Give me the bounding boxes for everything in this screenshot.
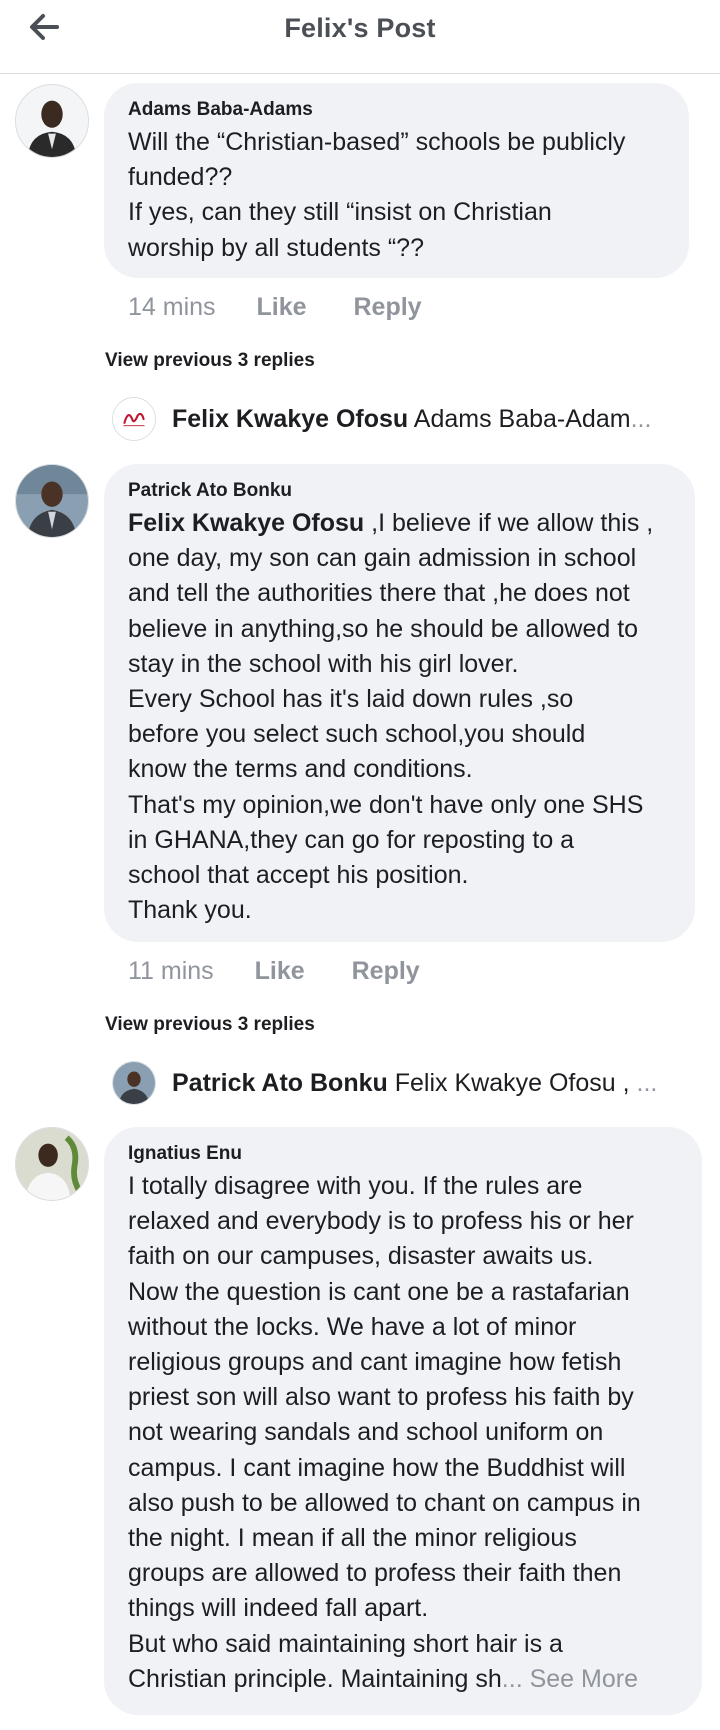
comment-line: I totally disagree with you. If the rule… bbox=[128, 1172, 583, 1200]
reply-author: Felix Kwakye Ofosu bbox=[172, 405, 409, 433]
comment-line: Thank you. bbox=[128, 896, 252, 925]
comment-text: I totally disagree with you. If the rule… bbox=[128, 1169, 680, 1697]
comment-line: school that accept his position. bbox=[128, 861, 469, 890]
person-photo-icon bbox=[16, 85, 88, 157]
comment-line: also push to be allowed to chant on camp… bbox=[128, 1488, 641, 1517]
comment-line: not wearing sandals and school uniform o… bbox=[128, 1418, 604, 1447]
comment-bubble[interactable]: Adams Baba-Adams Will the “Christian-bas… bbox=[104, 83, 689, 278]
comment-line: Will the “Christian-based” schools be pu… bbox=[128, 128, 626, 156]
comment-time: 14 mins bbox=[128, 293, 216, 321]
comment-line-rest: ,I believe if we allow this , bbox=[364, 509, 654, 537]
avatar-adams[interactable] bbox=[15, 84, 89, 158]
comment-line: funded?? bbox=[128, 163, 233, 192]
mention-link[interactable]: Felix Kwakye Ofosu bbox=[128, 509, 364, 537]
comment-author[interactable]: Adams Baba-Adams bbox=[128, 99, 667, 121]
comment-line: worship by all students “?? bbox=[128, 233, 424, 262]
reply-snippet: Adams Baba-Adam bbox=[413, 405, 631, 433]
avatar-ignatius[interactable] bbox=[15, 1127, 89, 1201]
comment-bubble[interactable]: Ignatius Enu I totally disagree with you… bbox=[104, 1127, 702, 1715]
person-photo-icon bbox=[113, 1062, 155, 1104]
comment-line: Christian principle. Maintaining sh... S… bbox=[128, 1662, 680, 1697]
comment-line: in GHANA,they can go for reposting to a bbox=[128, 825, 575, 854]
comment-meta: 14 mins Like Reply bbox=[128, 293, 462, 322]
comment-author[interactable]: Patrick Ato Bonku bbox=[128, 480, 673, 502]
reply-preview[interactable]: Patrick Ato Bonku Felix Kwakye Ofosu , .… bbox=[112, 1061, 702, 1107]
logo-avatar-icon bbox=[113, 398, 155, 440]
view-previous-replies-link[interactable]: View previous 3 replies bbox=[105, 350, 315, 372]
comment-line: the night. I mean if all the minor relig… bbox=[128, 1524, 577, 1553]
comment-meta: 11 mins Like Reply bbox=[128, 957, 460, 986]
comment-line: Felix Kwakye Ofosu ,I believe if we allo… bbox=[128, 506, 673, 541]
comment-line: faith on our campuses, disaster awaits u… bbox=[128, 1242, 594, 1271]
comment-line: believe in anything,so he should be allo… bbox=[128, 614, 639, 643]
comment-line: stay in the school with his girl lover. bbox=[128, 649, 519, 678]
comment-line: If yes, can they still “insist on Christ… bbox=[128, 198, 552, 227]
comment-line: relaxed and everybody is to profess his … bbox=[128, 1207, 634, 1236]
person-photo-icon bbox=[16, 1128, 88, 1200]
comment-line: That's my opinion,we don't have only one… bbox=[128, 790, 644, 819]
comment-line: But who said maintaining short hair is a bbox=[128, 1629, 563, 1658]
comment-text: Felix Kwakye Ofosu ,I believe if we allo… bbox=[128, 506, 673, 928]
reply-ellipsis: ... bbox=[630, 405, 652, 433]
comment-bubble[interactable]: Patrick Ato Bonku Felix Kwakye Ofosu ,I … bbox=[104, 464, 695, 942]
comment-line: campus. I cant imagine how the Buddhist … bbox=[128, 1453, 626, 1482]
reply-snippet: Felix Kwakye Ofosu , bbox=[394, 1069, 630, 1097]
person-photo-icon bbox=[16, 465, 88, 537]
reply-button[interactable]: Reply bbox=[353, 293, 421, 322]
comment-line: know the terms and conditions. bbox=[128, 755, 473, 784]
like-button[interactable]: Like bbox=[255, 957, 305, 986]
like-button[interactable]: Like bbox=[257, 293, 307, 322]
reply-button[interactable]: Reply bbox=[352, 957, 420, 986]
comment-line: without the locks. We have a lot of mino… bbox=[128, 1312, 577, 1341]
view-previous-replies-link[interactable]: View previous 3 replies bbox=[105, 1014, 315, 1036]
top-bar: Felix's Post bbox=[0, 0, 720, 74]
comment-line: before you select such school,you should bbox=[128, 720, 586, 749]
comment-line-truncated: Christian principle. Maintaining sh bbox=[128, 1664, 502, 1693]
comment-line: one day, my son can gain admission in sc… bbox=[128, 544, 637, 573]
avatar-patrick-small bbox=[112, 1061, 156, 1105]
reply-preview-text: Patrick Ato Bonku Felix Kwakye Ofosu , .… bbox=[172, 1069, 657, 1098]
comment-line: religious groups and cant imagine how fe… bbox=[128, 1348, 622, 1377]
comment-time: 11 mins bbox=[128, 957, 214, 985]
reply-author: Patrick Ato Bonku bbox=[172, 1069, 388, 1097]
comment-line: things will indeed fall apart. bbox=[128, 1594, 429, 1623]
reply-preview-text: Felix Kwakye Ofosu Adams Baba-Adam... bbox=[172, 405, 651, 434]
see-more-link[interactable]: ... See More bbox=[502, 1665, 638, 1693]
comment-line: Now the question is cant one be a rastaf… bbox=[128, 1277, 630, 1306]
avatar-patrick[interactable] bbox=[15, 464, 89, 538]
comment-line: and tell the authorities there that ,he … bbox=[128, 579, 630, 608]
comment-text: Will the “Christian-based” schools be pu… bbox=[128, 125, 667, 266]
comment-line: groups are allowed to profess their fait… bbox=[128, 1559, 622, 1588]
comment-author[interactable]: Ignatius Enu bbox=[128, 1143, 680, 1165]
page-title: Felix's Post bbox=[284, 13, 436, 43]
comment-line: priest son will also want to profess his… bbox=[128, 1383, 634, 1412]
avatar-felix bbox=[112, 397, 156, 441]
reply-preview[interactable]: Felix Kwakye Ofosu Adams Baba-Adam... bbox=[112, 397, 702, 443]
comment-line: Every School has it's laid down rules ,s… bbox=[128, 685, 574, 714]
reply-ellipsis: ... bbox=[629, 1069, 658, 1097]
